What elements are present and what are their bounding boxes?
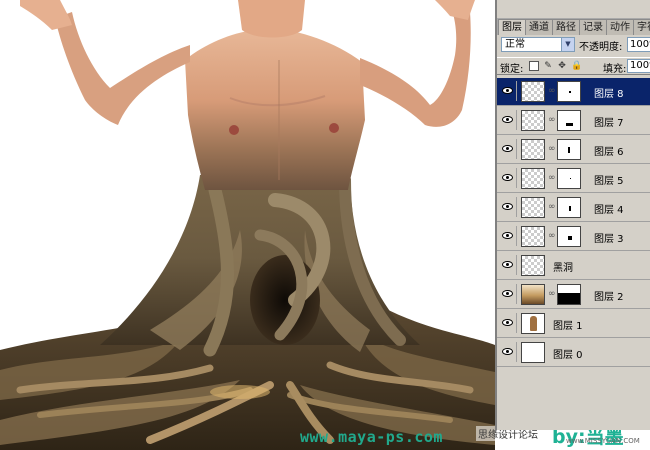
fill-field[interactable]: 100% xyxy=(627,59,650,73)
tab-layers[interactable]: 图层 xyxy=(498,19,526,35)
layer-name: 图层 3 xyxy=(594,234,624,245)
layer-mask-thumbnail[interactable] xyxy=(557,139,581,160)
lock-label: 锁定: xyxy=(500,64,524,75)
layer-mask-thumbnail[interactable] xyxy=(557,284,581,305)
opacity-label: 不透明度: xyxy=(579,42,623,53)
visibility-cell[interactable] xyxy=(499,168,517,188)
layer-mask-thumbnail[interactable] xyxy=(557,81,581,102)
layer-thumbnail xyxy=(521,168,545,189)
watermark-url: www.maya-ps.com xyxy=(300,428,443,446)
eye-icon[interactable] xyxy=(502,348,513,355)
layer-row[interactable]: ∞ 图层 6 xyxy=(497,136,650,164)
layer-thumbnail xyxy=(521,255,545,276)
visibility-cell[interactable] xyxy=(499,139,517,159)
lock-image-brush-icon[interactable]: ✎ xyxy=(543,61,553,71)
lock-all-icon[interactable]: 🔒 xyxy=(571,61,582,71)
link-chain-icon: ∞ xyxy=(548,173,556,183)
watermark-site: www.MISSYUAN.COM xyxy=(566,437,640,445)
layer-row[interactable]: ∞ 图层 5 xyxy=(497,165,650,193)
opacity-field[interactable]: 100% xyxy=(627,37,650,52)
layer-name: 图层 6 xyxy=(594,147,624,158)
layer-name: 图层 0 xyxy=(553,350,583,361)
link-chain-icon: ∞ xyxy=(548,202,556,212)
link-chain-icon: ∞ xyxy=(548,115,556,125)
blend-mode-select[interactable]: 正常 ▼ xyxy=(501,37,575,52)
layer-name: 黑洞 xyxy=(553,263,573,274)
eye-icon[interactable] xyxy=(502,290,513,297)
tab-history[interactable]: 记录 xyxy=(579,19,607,35)
visibility-cell[interactable] xyxy=(499,342,517,362)
visibility-cell[interactable] xyxy=(499,226,517,246)
layer-mask-thumbnail[interactable] xyxy=(557,197,581,218)
visibility-cell[interactable] xyxy=(499,110,517,130)
lock-position-move-icon[interactable]: ✥ xyxy=(557,61,567,71)
visibility-cell[interactable] xyxy=(499,313,517,333)
layer-row[interactable]: ∞ 图层 3 xyxy=(497,223,650,251)
layer-thumbnail xyxy=(521,226,545,247)
layer-row[interactable]: ∞ 图层 2 xyxy=(497,281,650,309)
tree-man-artwork xyxy=(0,0,495,450)
tab-actions[interactable]: 动作 xyxy=(606,19,634,35)
layer-thumbnail xyxy=(521,197,545,218)
document-canvas[interactable]: www.maya-ps.com xyxy=(0,0,495,450)
tab-channels[interactable]: 通道 xyxy=(525,19,553,35)
eye-icon[interactable] xyxy=(502,232,513,239)
blend-mode-value: 正常 xyxy=(505,39,525,50)
eye-icon[interactable] xyxy=(502,145,513,152)
layer-name: 图层 5 xyxy=(594,176,624,187)
lock-row: 锁定: ✎ ✥ 🔒 填充: 100% xyxy=(497,57,650,75)
layer-row[interactable]: 图层 0 xyxy=(497,339,650,367)
layer-row[interactable]: ∞ 图层 7 xyxy=(497,107,650,135)
eye-icon[interactable] xyxy=(502,174,513,181)
link-chain-icon: ∞ xyxy=(548,144,556,154)
layer-name: 图层 8 xyxy=(594,89,624,100)
layer-mask-thumbnail[interactable] xyxy=(557,168,581,189)
layer-name: 图层 1 xyxy=(553,321,583,332)
fill-label: 填充: xyxy=(603,64,627,75)
layer-row[interactable]: ∞ 图层 4 xyxy=(497,194,650,222)
layer-name: 图层 4 xyxy=(594,205,624,216)
layer-name: 图层 2 xyxy=(594,292,624,303)
layer-row[interactable]: 图层 1 xyxy=(497,310,650,338)
tab-character[interactable]: 字符 xyxy=(633,19,650,35)
eye-icon[interactable] xyxy=(502,261,513,268)
lock-transparency-icon[interactable] xyxy=(529,61,539,71)
layer-thumbnail xyxy=(521,313,545,334)
layer-thumbnail xyxy=(521,81,545,102)
layer-thumbnail xyxy=(521,284,545,305)
layer-list: ∞ 图层 8 ∞ 图层 7 ∞ 图层 6 ∞ 图层 5 ∞ 图层 4 ∞ 图层 … xyxy=(497,78,650,430)
eye-icon[interactable] xyxy=(502,87,513,94)
layer-thumbnail xyxy=(521,110,545,131)
eye-icon[interactable] xyxy=(502,203,513,210)
link-chain-icon: ∞ xyxy=(548,231,556,241)
layer-mask-thumbnail[interactable] xyxy=(557,226,581,247)
layer-row[interactable]: ∞ 图层 8 xyxy=(497,78,650,106)
visibility-cell[interactable] xyxy=(499,197,517,217)
layer-thumbnail xyxy=(521,139,545,160)
chevron-down-icon[interactable]: ▼ xyxy=(561,38,574,51)
visibility-cell[interactable] xyxy=(499,255,517,275)
tab-paths[interactable]: 路径 xyxy=(552,19,580,35)
panel-tabs: 图层 通道 路径 记录 动作 字符 xyxy=(497,18,650,35)
blend-row: 正常 ▼ 不透明度: 100% xyxy=(497,36,650,54)
layer-name: 图层 7 xyxy=(594,118,624,129)
layer-row[interactable]: 黑洞 xyxy=(497,252,650,280)
visibility-cell[interactable] xyxy=(499,81,517,101)
eye-icon[interactable] xyxy=(502,116,513,123)
link-chain-icon: ∞ xyxy=(548,86,556,96)
layers-panel: 图层 通道 路径 记录 动作 字符 正常 ▼ 不透明度: 100% 锁定: ✎ … xyxy=(495,0,650,430)
link-chain-icon: ∞ xyxy=(548,289,556,299)
layer-mask-thumbnail[interactable] xyxy=(557,110,581,131)
layer-thumbnail xyxy=(521,342,545,363)
eye-icon[interactable] xyxy=(502,319,513,326)
visibility-cell[interactable] xyxy=(499,284,517,304)
